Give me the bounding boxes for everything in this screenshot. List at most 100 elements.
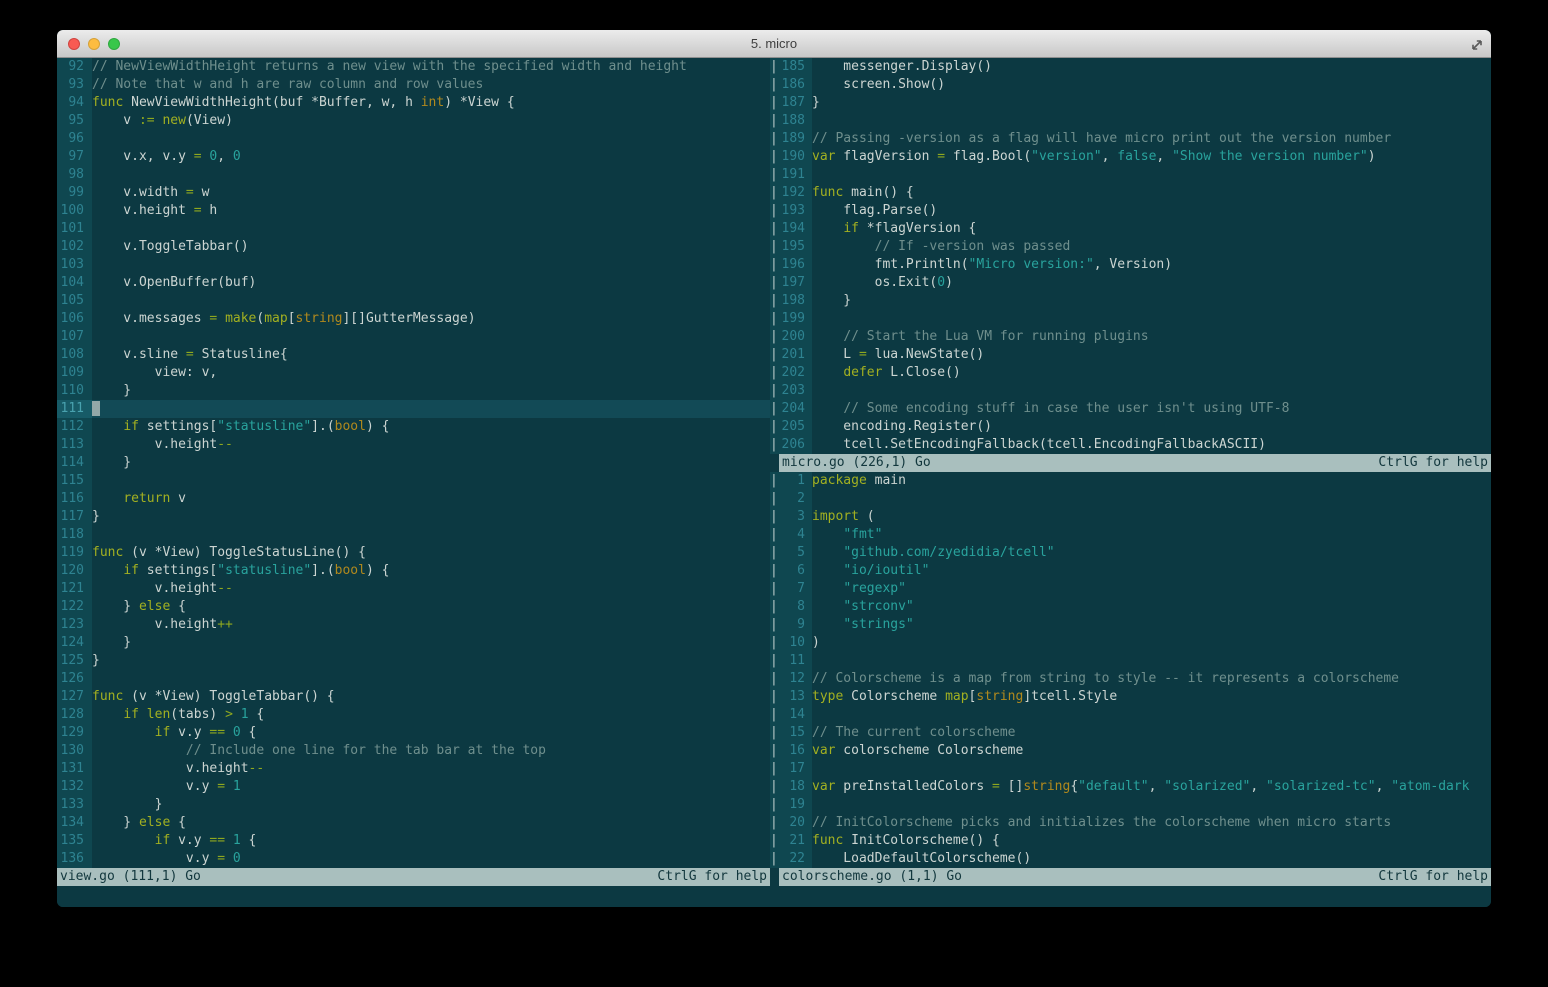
- code-line[interactable]: | 12// Colorscheme is a map from string t…: [770, 670, 1491, 688]
- code-line[interactable]: 94 func NewViewWidthHeight(buf *Buffer, w…: [57, 94, 770, 112]
- code-line[interactable]: | 193 flag.Parse(): [770, 202, 1491, 220]
- code-line[interactable]: 92// NewViewWidthHeight returns a new vi…: [57, 58, 770, 76]
- code-line[interactable]: | 189// Passing -version as a flag will h…: [770, 130, 1491, 148]
- code-line[interactable]: 100 v.height = h: [57, 202, 770, 220]
- code-line[interactable]: | 15// The current colorscheme: [770, 724, 1491, 742]
- code-line[interactable]: 125}: [57, 652, 770, 670]
- code-line[interactable]: 136 v.y = 0: [57, 850, 770, 868]
- code-line[interactable]: | 188: [770, 112, 1491, 130]
- code-line[interactable]: 135 if v.y == 1 {: [57, 832, 770, 850]
- code-line[interactable]: | 1 package main: [770, 472, 1491, 490]
- code-line[interactable]: | 2: [770, 490, 1491, 508]
- code-line[interactable]: 124 }: [57, 634, 770, 652]
- code-line[interactable]: | 8 "strconv": [770, 598, 1491, 616]
- code-line[interactable]: 93// Note that w and h are raw column an…: [57, 76, 770, 94]
- code-line[interactable]: | 10): [770, 634, 1491, 652]
- code-line[interactable]: 113 v.height--: [57, 436, 770, 454]
- code-line[interactable]: | 20// InitColorscheme picks and initiali…: [770, 814, 1491, 832]
- code-line[interactable]: 133 }: [57, 796, 770, 814]
- code-line[interactable]: | 187}: [770, 94, 1491, 112]
- pane-view-go[interactable]: 92// NewViewWidthHeight returns a new vi…: [57, 58, 770, 907]
- code-line[interactable]: | 18 var preInstalledColors = []string{"de…: [770, 778, 1491, 796]
- code-line[interactable]: | 185 messenger.Display(): [770, 58, 1491, 76]
- code-line[interactable]: 114 }: [57, 454, 770, 472]
- code-line[interactable]: | 196 fmt.Println("Micro version:", Versi…: [770, 256, 1491, 274]
- code-text: // Colorscheme is a map from string to s…: [812, 671, 1399, 686]
- code-line[interactable]: | 16 var colorscheme Colorscheme: [770, 742, 1491, 760]
- code-line[interactable]: 105: [57, 292, 770, 310]
- code-line[interactable]: 127 func (v *View) ToggleTabbar() {: [57, 688, 770, 706]
- code-line[interactable]: | 205 encoding.Register(): [770, 418, 1491, 436]
- code-line[interactable]: 118: [57, 526, 770, 544]
- code-line[interactable]: 134 } else {: [57, 814, 770, 832]
- code-line[interactable]: 129 if v.y == 0 {: [57, 724, 770, 742]
- resize-icon[interactable]: [1469, 37, 1483, 51]
- code-line[interactable]: | 9 "strings": [770, 616, 1491, 634]
- code-line[interactable]: | 194 if *flagVersion {: [770, 220, 1491, 238]
- code-text: type Colorscheme map[string]tcell.Style: [812, 689, 1118, 704]
- code-line[interactable]: 130 // Include one line for the tab bar …: [57, 742, 770, 760]
- code-line[interactable]: 97 v.x, v.y = 0, 0: [57, 148, 770, 166]
- code-line[interactable]: | 190 var flagVersion = flag.Bool("version…: [770, 148, 1491, 166]
- code-line[interactable]: | 204 // Some encoding stuff in case the …: [770, 400, 1491, 418]
- code-line[interactable]: 104 v.OpenBuffer(buf): [57, 274, 770, 292]
- code-line[interactable]: 96: [57, 130, 770, 148]
- title-bar[interactable]: 5. micro: [57, 30, 1491, 58]
- code-line[interactable]: 95 v := new(View): [57, 112, 770, 130]
- code-line[interactable]: 109 view: v,: [57, 364, 770, 382]
- line-number: 9: [779, 616, 812, 634]
- code-line[interactable]: | 203: [770, 382, 1491, 400]
- code-line[interactable]: 101: [57, 220, 770, 238]
- code-line[interactable]: | 201 L = lua.NewState(): [770, 346, 1491, 364]
- code-line[interactable]: | 186 screen.Show(): [770, 76, 1491, 94]
- code-line[interactable]: 98: [57, 166, 770, 184]
- code-area-view-go[interactable]: 92// NewViewWidthHeight returns a new vi…: [57, 58, 770, 868]
- code-line[interactable]: | 195 // If -version was passed: [770, 238, 1491, 256]
- code-line[interactable]: 103: [57, 256, 770, 274]
- code-area-micro-go[interactable]: | 185 messenger.Display() | 186 screen.Show…: [770, 58, 1491, 454]
- code-line[interactable]: | 21 func InitColorscheme() {: [770, 832, 1491, 850]
- code-line[interactable]: 108 v.sline = Statusline{: [57, 346, 770, 364]
- code-line[interactable]: 131 v.height--: [57, 760, 770, 778]
- code-line[interactable]: | 202 defer L.Close(): [770, 364, 1491, 382]
- code-text: v.height--: [92, 437, 233, 452]
- code-line[interactable]: | 206 tcell.SetEncodingFallback(tcell.Enc…: [770, 436, 1491, 454]
- code-line[interactable]: 117}: [57, 508, 770, 526]
- code-line[interactable]: | 197 os.Exit(0): [770, 274, 1491, 292]
- code-line[interactable]: 126: [57, 670, 770, 688]
- code-line[interactable]: | 19: [770, 796, 1491, 814]
- code-line[interactable]: 122 } else {: [57, 598, 770, 616]
- code-line[interactable]: | 192 func main() {: [770, 184, 1491, 202]
- code-line[interactable]: | 200 // Start the Lua VM for running plu…: [770, 328, 1491, 346]
- code-line[interactable]: | 199: [770, 310, 1491, 328]
- code-line[interactable]: | 198 }: [770, 292, 1491, 310]
- code-line[interactable]: 107: [57, 328, 770, 346]
- code-line[interactable]: 115: [57, 472, 770, 490]
- statusbar-view-go: view.go (111,1) Go CtrlG for help: [57, 868, 770, 886]
- code-line[interactable]: 128 if len(tabs) > 1 {: [57, 706, 770, 724]
- code-line[interactable]: 112 if settings["statusline"].(bool) {: [57, 418, 770, 436]
- code-line[interactable]: 106 v.messages = make(map[string][]Gutte…: [57, 310, 770, 328]
- code-line[interactable]: | 6 "io/ioutil": [770, 562, 1491, 580]
- code-line[interactable]: | 14: [770, 706, 1491, 724]
- code-line[interactable]: | 191: [770, 166, 1491, 184]
- code-line[interactable]: 99 v.width = w: [57, 184, 770, 202]
- code-line[interactable]: 120 if settings["statusline"].(bool) {: [57, 562, 770, 580]
- code-line[interactable]: | 4 "fmt": [770, 526, 1491, 544]
- code-line[interactable]: | 13 type Colorscheme map[string]tcell.Sty…: [770, 688, 1491, 706]
- code-line[interactable]: | 3 import (: [770, 508, 1491, 526]
- code-line[interactable]: | 11: [770, 652, 1491, 670]
- code-line[interactable]: | 17: [770, 760, 1491, 778]
- code-line[interactable]: | 7 "regexp": [770, 580, 1491, 598]
- code-line[interactable]: 110 }: [57, 382, 770, 400]
- code-line[interactable]: 121 v.height--: [57, 580, 770, 598]
- code-area-colorscheme-go[interactable]: | 1 package main | 2 | 3 import (| 4 "fmt" | 5 "gi…: [770, 472, 1491, 868]
- code-line[interactable]: 132 v.y = 1: [57, 778, 770, 796]
- code-line[interactable]: | 5 "github.com/zyedidia/tcell": [770, 544, 1491, 562]
- code-line[interactable]: 102 v.ToggleTabbar(): [57, 238, 770, 256]
- code-line[interactable]: 111: [57, 400, 770, 418]
- code-line[interactable]: | 22 LoadDefaultColorscheme(): [770, 850, 1491, 868]
- code-line[interactable]: 116 return v: [57, 490, 770, 508]
- code-line[interactable]: 123 v.height++: [57, 616, 770, 634]
- code-line[interactable]: 119 func (v *View) ToggleStatusLine() {: [57, 544, 770, 562]
